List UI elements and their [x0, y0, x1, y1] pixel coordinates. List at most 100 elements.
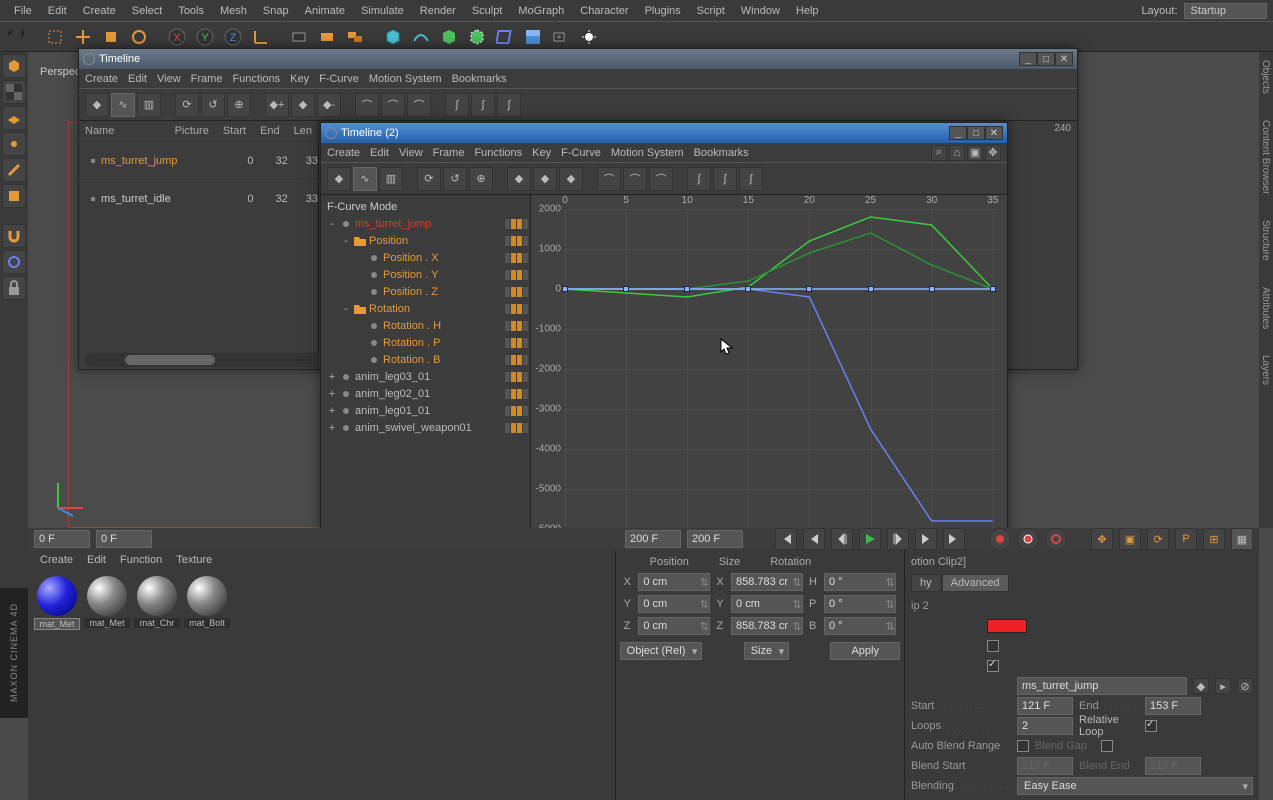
- tool-icon[interactable]: ⊕: [469, 167, 493, 191]
- checkbox[interactable]: [987, 660, 999, 672]
- ease-icon[interactable]: ∫: [687, 167, 711, 191]
- relloop-checkbox[interactable]: [1145, 720, 1157, 732]
- key-pla-icon[interactable]: ⊞: [1203, 528, 1225, 550]
- end-frame-field[interactable]: [687, 530, 743, 548]
- menu-item[interactable]: Functions: [474, 147, 522, 159]
- render-settings-icon[interactable]: [342, 24, 368, 50]
- start-frame-field[interactable]: [34, 530, 90, 548]
- menu-item[interactable]: Create: [40, 554, 73, 566]
- cube-icon[interactable]: [380, 24, 406, 50]
- frame-back-icon[interactable]: [831, 528, 853, 550]
- generator-icon[interactable]: [464, 24, 490, 50]
- tab-objects[interactable]: Objects: [1259, 58, 1273, 96]
- key-scale-icon[interactable]: ▣: [1119, 528, 1141, 550]
- tangent-icon[interactable]: ⌒: [407, 93, 431, 117]
- rot-field[interactable]: ⇅: [824, 595, 896, 613]
- size-mode-dropdown[interactable]: Size: [744, 642, 789, 660]
- light-icon[interactable]: [576, 24, 602, 50]
- preview-min-field[interactable]: [96, 530, 152, 548]
- menu-item[interactable]: Edit: [40, 3, 75, 19]
- snap-icon[interactable]: [2, 250, 26, 274]
- deformer-icon[interactable]: [492, 24, 518, 50]
- y-axis-icon[interactable]: Y: [192, 24, 218, 50]
- ease-icon[interactable]: ∫: [497, 93, 521, 117]
- motion-mode-icon[interactable]: ▥: [379, 167, 403, 191]
- keyframe-marker[interactable]: [806, 286, 812, 292]
- source-field[interactable]: [1017, 677, 1187, 695]
- frame-icon[interactable]: ▣: [967, 145, 983, 161]
- checkbox[interactable]: [1017, 740, 1029, 752]
- clip-row[interactable]: ms_turret_jump 0 32 33: [79, 141, 318, 179]
- ease-icon[interactable]: ∫: [713, 167, 737, 191]
- end-field[interactable]: [1145, 697, 1201, 715]
- menu-item[interactable]: F-Curve: [319, 73, 359, 85]
- menu-item[interactable]: Render: [412, 3, 464, 19]
- goto-start-icon[interactable]: [775, 528, 797, 550]
- pos-field[interactable]: ⇅: [638, 573, 710, 591]
- clear-icon[interactable]: ⊘: [1237, 678, 1253, 694]
- tree-node[interactable]: +anim_leg03_01: [323, 368, 528, 385]
- keyframe-marker[interactable]: [745, 286, 751, 292]
- tool-icon[interactable]: ↺: [443, 167, 467, 191]
- menu-item[interactable]: Script: [689, 3, 733, 19]
- scale-icon[interactable]: [98, 24, 124, 50]
- close-button[interactable]: ✕: [985, 126, 1003, 140]
- menu-item[interactable]: Plugins: [637, 3, 689, 19]
- layout-dropdown[interactable]: Startup: [1184, 3, 1267, 19]
- maximize-button[interactable]: □: [1037, 52, 1055, 66]
- tangent-icon[interactable]: ⌒: [381, 93, 405, 117]
- autokey-button[interactable]: [1017, 528, 1039, 550]
- keyframe-marker[interactable]: [868, 286, 874, 292]
- tree-node[interactable]: Rotation . P: [323, 334, 528, 351]
- camera-icon[interactable]: [548, 24, 574, 50]
- tree-node[interactable]: Rotation . B: [323, 351, 528, 368]
- magnet-icon[interactable]: [2, 224, 26, 248]
- ease-icon[interactable]: ∫: [445, 93, 469, 117]
- keyframe-marker[interactable]: [562, 286, 568, 292]
- tangent-icon[interactable]: ⌒: [623, 167, 647, 191]
- window-titlebar[interactable]: Timeline (2) _ □ ✕: [321, 123, 1007, 143]
- menu-item[interactable]: Snap: [255, 3, 297, 19]
- menu-item[interactable]: Motion System: [369, 73, 442, 85]
- material-item[interactable]: mat_Met: [84, 576, 130, 632]
- menu-item[interactable]: Key: [532, 147, 551, 159]
- tab-basic[interactable]: hy: [911, 574, 941, 592]
- menu-item[interactable]: Simulate: [353, 3, 412, 19]
- menu-item[interactable]: Character: [572, 3, 636, 19]
- tree-node[interactable]: +anim_swivel_weapon01: [323, 419, 528, 436]
- menu-item[interactable]: Select: [124, 3, 171, 19]
- rot-field[interactable]: ⇅: [824, 573, 896, 591]
- tree-node[interactable]: Position . X: [323, 249, 528, 266]
- menu-item[interactable]: Window: [733, 3, 788, 19]
- edge-mode-icon[interactable]: [2, 158, 26, 182]
- key-mode-icon[interactable]: ◆: [327, 167, 351, 191]
- tab-advanced[interactable]: Advanced: [942, 574, 1009, 592]
- material-item[interactable]: mat_Chr: [134, 576, 180, 632]
- goto-end-icon[interactable]: [943, 528, 965, 550]
- window-titlebar[interactable]: Timeline _ □ ✕: [79, 49, 1077, 69]
- keyframe-marker[interactable]: [623, 286, 629, 292]
- menu-item[interactable]: View: [157, 73, 181, 85]
- start-field[interactable]: [1017, 697, 1073, 715]
- texture-mode-icon[interactable]: [2, 80, 26, 104]
- fcurve-graph[interactable]: 05101520253035 200010000-1000-2000-3000-…: [531, 195, 1007, 553]
- poly-mode-icon[interactable]: [2, 184, 26, 208]
- menu-item[interactable]: Tools: [170, 3, 212, 19]
- keyframe-marker[interactable]: [990, 286, 996, 292]
- material-item[interactable]: mat_Bolt: [184, 576, 230, 632]
- minimize-button[interactable]: _: [949, 126, 967, 140]
- key-param-icon[interactable]: P: [1175, 528, 1197, 550]
- coord-icon[interactable]: [248, 24, 274, 50]
- model-mode-icon[interactable]: [2, 54, 26, 78]
- apply-button[interactable]: Apply: [830, 642, 900, 660]
- nurbs-icon[interactable]: [436, 24, 462, 50]
- move-icon[interactable]: [70, 24, 96, 50]
- tree-node[interactable]: Position . Z: [323, 283, 528, 300]
- z-axis-icon[interactable]: Z: [220, 24, 246, 50]
- maximize-button[interactable]: □: [967, 126, 985, 140]
- key-add-icon[interactable]: ◆: [507, 167, 531, 191]
- menu-item[interactable]: Key: [290, 73, 309, 85]
- key-rot-icon[interactable]: ⟳: [1147, 528, 1169, 550]
- lock-icon[interactable]: [2, 276, 26, 300]
- close-button[interactable]: ✕: [1055, 52, 1073, 66]
